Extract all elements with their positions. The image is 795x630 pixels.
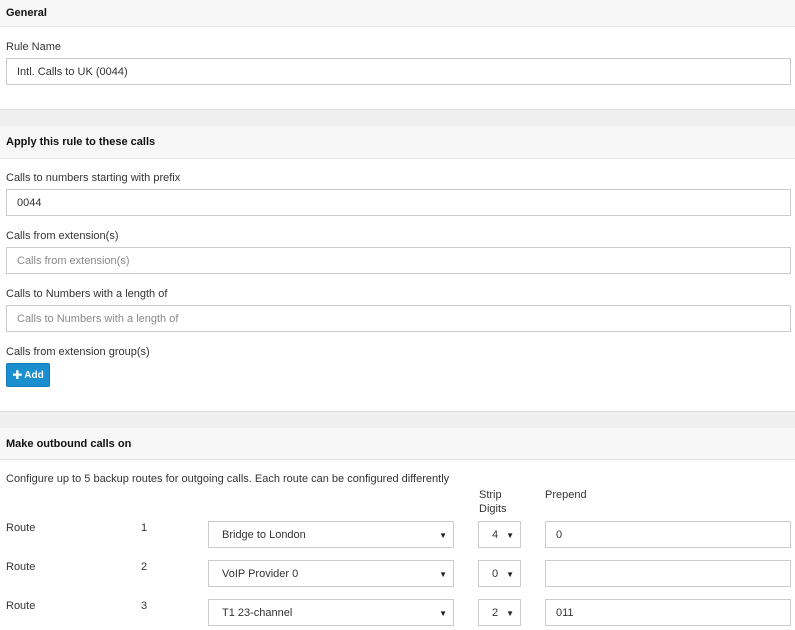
- route-1-provider-select[interactable]: Bridge to London ▼: [208, 521, 454, 548]
- prefix-input[interactable]: 0044: [6, 189, 791, 216]
- route-3-strip-select[interactable]: 2 ▼: [478, 599, 521, 626]
- caret-down-icon: ▼: [506, 609, 514, 618]
- prefix-label: Calls to numbers starting with prefix: [6, 172, 181, 184]
- section-divider: [0, 411, 795, 428]
- section-divider: [0, 109, 795, 126]
- route-number: 2: [141, 561, 148, 573]
- route-2-strip-select[interactable]: 0 ▼: [478, 560, 521, 587]
- route-label: Route: [6, 561, 36, 573]
- caret-down-icon: ▼: [439, 531, 447, 540]
- plus-icon: ✚: [12, 368, 23, 382]
- length-label: Calls to Numbers with a length of: [6, 288, 168, 300]
- route-2-provider-value: VoIP Provider 0: [222, 567, 299, 580]
- caret-down-icon: ▼: [439, 570, 447, 579]
- route-number: 3: [141, 600, 148, 612]
- caret-down-icon: ▼: [506, 531, 514, 540]
- caret-down-icon: ▼: [506, 570, 514, 579]
- prefix-value: 0044: [17, 196, 42, 209]
- route-3-provider-select[interactable]: T1 23-channel ▼: [208, 599, 454, 626]
- route-label: Route: [6, 600, 36, 612]
- route-3-strip-value: 2: [492, 606, 499, 619]
- apply-section-header: Apply this rule to these calls: [0, 126, 795, 159]
- route-2-strip-value: 0: [492, 567, 499, 580]
- route-1-strip-select[interactable]: 4 ▼: [478, 521, 521, 548]
- route-1-prepend-value: 0: [556, 528, 563, 541]
- caret-down-icon: ▼: [439, 609, 447, 618]
- strip-header-line1: Strip: [479, 489, 502, 501]
- outbound-description: Configure up to 5 backup routes for outg…: [6, 473, 450, 485]
- route-1-prepend-input[interactable]: 0: [545, 521, 791, 548]
- rule-name-label: Rule Name: [6, 41, 62, 53]
- from-extension-placeholder: Calls from extension(s): [17, 254, 130, 267]
- length-input[interactable]: Calls to Numbers with a length of: [6, 305, 791, 332]
- add-button-label: Add: [24, 369, 44, 381]
- strip-header-line2: Digits: [479, 503, 507, 515]
- outbound-section-header: Make outbound calls on: [0, 428, 795, 460]
- rule-name-input[interactable]: Intl. Calls to UK (0044): [6, 58, 791, 85]
- route-1-provider-value: Bridge to London: [222, 528, 306, 541]
- outbound-section-title: Make outbound calls on: [6, 437, 132, 450]
- route-2-provider-select[interactable]: VoIP Provider 0 ▼: [208, 560, 454, 587]
- route-label: Route: [6, 522, 36, 534]
- route-3-prepend-value: 011: [556, 606, 574, 619]
- general-section-title: General: [6, 7, 47, 19]
- strip-digits-header: Strip Digits: [479, 488, 507, 516]
- add-extension-group-button[interactable]: ✚ Add: [6, 363, 50, 387]
- from-extension-label: Calls from extension(s): [6, 230, 119, 242]
- apply-section-title: Apply this rule to these calls: [6, 136, 156, 148]
- prepend-header: Prepend: [545, 489, 587, 501]
- route-2-prepend-input[interactable]: [545, 560, 791, 587]
- route-3-prepend-input[interactable]: 011: [545, 599, 791, 626]
- route-1-strip-value: 4: [492, 528, 499, 541]
- extension-group-label: Calls from extension group(s): [6, 346, 150, 358]
- from-extension-input[interactable]: Calls from extension(s): [6, 247, 791, 274]
- route-number: 1: [141, 522, 148, 534]
- length-placeholder: Calls to Numbers with a length of: [17, 312, 179, 325]
- route-3-provider-value: T1 23-channel: [222, 606, 293, 619]
- rule-name-value: Intl. Calls to UK (0044): [17, 65, 128, 78]
- general-section-header: General: [0, 0, 795, 27]
